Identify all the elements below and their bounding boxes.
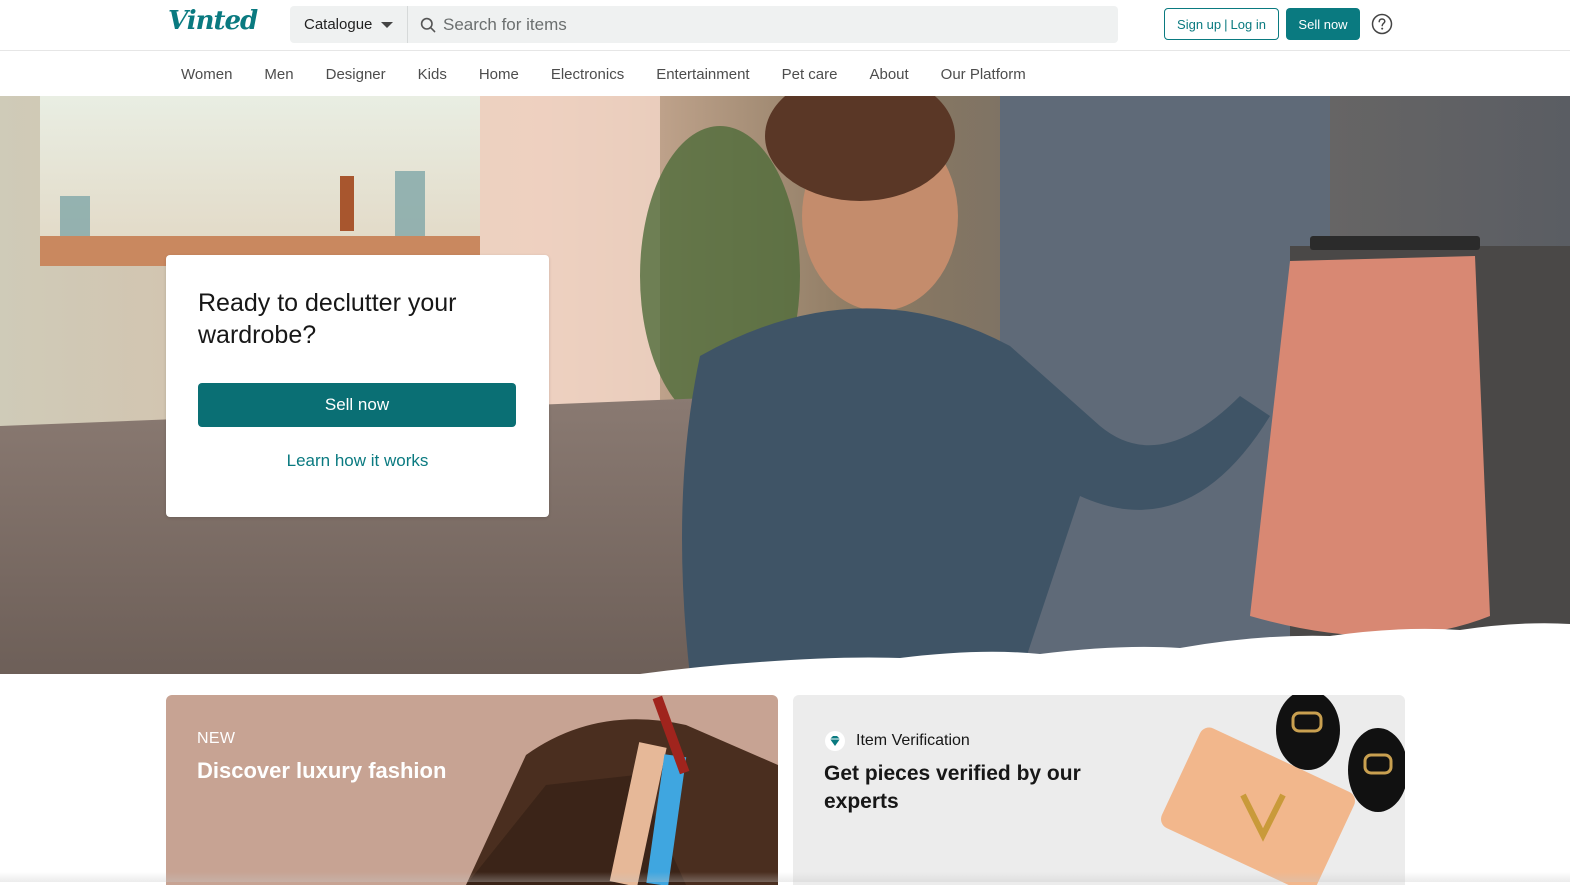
nav-item-pet-care[interactable]: Pet care — [766, 66, 854, 83]
category-nav-list: Women Men Designer Kids Home Electronics… — [165, 52, 1042, 96]
category-nav: Women Men Designer Kids Home Electronics… — [0, 52, 1570, 96]
luxury-fashion-card[interactable]: NEW Discover luxury fashion — [166, 695, 778, 885]
nav-item-our-platform[interactable]: Our Platform — [925, 66, 1042, 83]
chevron-down-icon — [381, 21, 394, 28]
signup-separator: | — [1224, 16, 1228, 32]
nav-item-designer[interactable]: Designer — [310, 66, 402, 83]
help-circle-icon[interactable] — [1371, 13, 1393, 35]
item-verification-card[interactable]: Item Verification Get pieces verified by… — [793, 695, 1405, 885]
nav-item-kids[interactable]: Kids — [402, 66, 463, 83]
new-tag: NEW — [197, 730, 236, 747]
search-icon — [420, 17, 436, 33]
signup-login-button[interactable]: Sign up | Log in — [1164, 8, 1279, 40]
verification-title: Get pieces verified by our experts — [824, 762, 1081, 813]
signup-link[interactable]: Sign up — [1177, 17, 1221, 32]
nav-item-about[interactable]: About — [853, 66, 924, 83]
nav-item-entertainment[interactable]: Entertainment — [640, 66, 765, 83]
search-bar: Catalogue — [290, 6, 1118, 43]
nav-item-men[interactable]: Men — [248, 66, 309, 83]
search-input[interactable] — [436, 6, 1118, 43]
verification-label: Item Verification — [856, 732, 970, 749]
header-sell-now-button[interactable]: Sell now — [1286, 8, 1360, 40]
nav-item-home[interactable]: Home — [463, 66, 535, 83]
login-link[interactable]: Log in — [1231, 17, 1266, 32]
hero-card: Ready to declutter your wardrobe? Sell n… — [166, 255, 549, 517]
hero-sell-now-button[interactable]: Sell now — [198, 383, 516, 427]
catalogue-label: Catalogue — [304, 16, 373, 33]
luxury-fashion-title: Discover luxury fashion — [197, 758, 447, 783]
hero-banner: Ready to declutter your wardrobe? Sell n… — [0, 96, 1570, 676]
diamond-icon — [824, 730, 846, 752]
verification-badge: Item Verification — [824, 730, 970, 752]
nav-item-electronics[interactable]: Electronics — [535, 66, 640, 83]
nav-item-women[interactable]: Women — [165, 66, 248, 83]
catalogue-dropdown[interactable]: Catalogue — [290, 6, 408, 43]
hero-title: Ready to declutter your wardrobe? — [198, 289, 457, 349]
learn-how-it-works-link[interactable]: Learn how it works — [198, 451, 517, 471]
vinted-logo[interactable]: Vinted — [168, 6, 258, 36]
top-header: Vinted Catalogue Sign up | Log in Sell n… — [0, 0, 1570, 51]
luxury-bag-image — [466, 695, 778, 885]
